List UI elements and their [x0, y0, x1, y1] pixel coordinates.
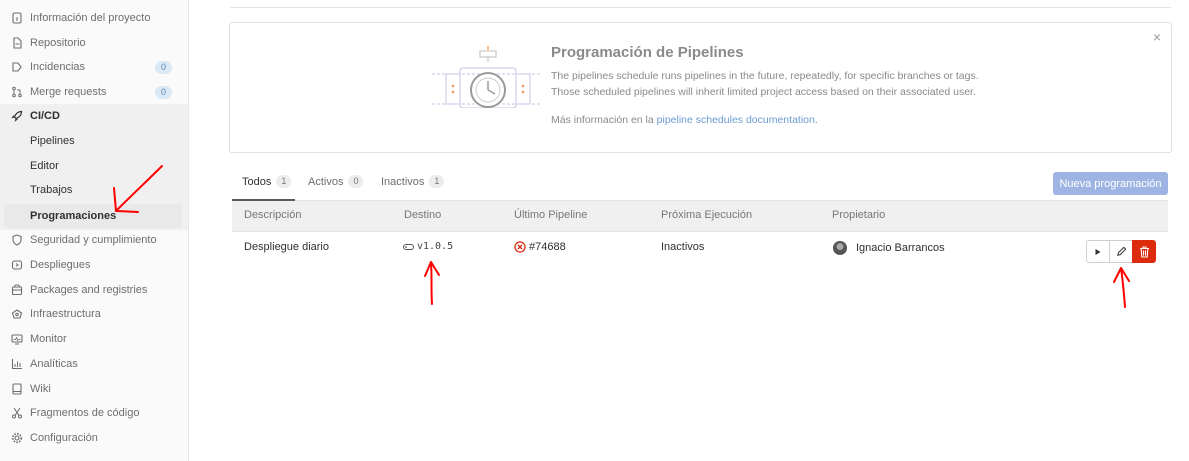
sidebar-item-monitor[interactable]: Monitor — [0, 327, 188, 351]
sidebar-item-deployments[interactable]: Despliegues — [0, 253, 188, 277]
sidebar-item-label: Packages and registries — [30, 284, 148, 296]
merge-request-icon — [10, 85, 24, 99]
play-icon — [1095, 248, 1101, 255]
pipeline-schedule-illustration — [432, 46, 542, 108]
column-header-description: Descripción — [244, 209, 302, 221]
tab-count-badge: 1 — [429, 175, 445, 188]
sidebar-item-label: Fragmentos de código — [30, 407, 140, 419]
sidebar-item-label: Información del proyecto — [30, 12, 151, 24]
sidebar-item-label: Wiki — [30, 383, 51, 395]
pipeline-id-link[interactable]: #74688 — [529, 241, 566, 253]
banner-more-info-suffix: . — [814, 114, 818, 126]
trash-icon — [1139, 245, 1149, 258]
sidebar-item-project-info[interactable]: Información del proyecto — [0, 6, 188, 30]
tab-label: Todos — [242, 175, 272, 188]
target-ref: v1.0.5 — [417, 241, 454, 252]
column-header-last-pipeline: Último Pipeline — [514, 209, 588, 221]
merge-requests-count-badge: 0 — [154, 86, 172, 99]
schedules-documentation-link[interactable]: pipeline schedules documentation — [657, 114, 815, 126]
sidebar-subitem-jobs[interactable]: Trabajos — [0, 178, 188, 202]
sidebar-item-label: Infraestructura — [30, 308, 101, 320]
sidebar-item-merge-requests[interactable]: Merge requests 0 — [0, 80, 188, 104]
info-icon — [10, 11, 24, 25]
sidebar-item-label: CI/CD — [30, 110, 60, 122]
column-header-owner: Propietario — [832, 209, 886, 221]
sidebar-item-label: Repositorio — [30, 37, 86, 49]
sidebar-item-security[interactable]: Seguridad y cumplimiento — [0, 228, 188, 252]
banner-more-info-prefix: Más información en la — [551, 114, 657, 126]
shield-icon — [10, 233, 24, 247]
sidebar-item-label: Seguridad y cumplimiento — [30, 234, 157, 246]
sidebar-item-issues[interactable]: Incidencias 0 — [0, 55, 188, 79]
schedule-last-pipeline[interactable]: #74688 — [514, 241, 566, 253]
owner-name: Ignacio Barrancos — [856, 242, 945, 254]
book-icon — [10, 382, 24, 396]
sidebar-item-label: Despliegues — [30, 259, 91, 271]
sidebar: Información del proyecto Repositorio Inc… — [0, 0, 189, 461]
banner-title: Programación de Pipelines — [551, 44, 744, 61]
banner-more-info: Más información en la pipeline schedules… — [551, 114, 818, 126]
gear-icon — [10, 431, 24, 445]
sidebar-item-repository[interactable]: Repositorio — [0, 31, 188, 55]
tab-label: Activos — [308, 175, 344, 188]
sidebar-item-wiki[interactable]: Wiki — [0, 377, 188, 401]
schedule-owner[interactable]: Ignacio Barrancos — [833, 241, 945, 255]
annotation-arrow-target — [424, 261, 440, 305]
run-schedule-button[interactable] — [1086, 240, 1110, 263]
tag-icon — [403, 243, 414, 250]
sidebar-subitem-schedules[interactable]: Programaciones — [4, 204, 182, 228]
issues-icon — [10, 60, 24, 74]
column-header-next-run: Próxima Ejecución — [661, 209, 753, 221]
sidebar-item-cicd[interactable]: CI/CD — [0, 104, 188, 128]
sidebar-item-label: Analíticas — [30, 358, 78, 370]
edit-schedule-button[interactable] — [1109, 240, 1133, 263]
issues-count-badge: 0 — [154, 61, 172, 74]
banner-description-line-1: The pipelines schedule runs pipelines in… — [551, 70, 979, 82]
owner-avatar — [833, 241, 847, 255]
sidebar-item-label: Configuración — [30, 432, 98, 444]
sidebar-item-settings[interactable]: Configuración — [0, 426, 188, 450]
banner-description-line-2: Those scheduled pipelines will inherit l… — [551, 86, 976, 98]
package-icon — [10, 283, 24, 297]
failed-status-icon — [514, 241, 526, 253]
file-icon — [10, 36, 24, 50]
schedule-target[interactable]: v1.0.5 — [403, 241, 453, 252]
pencil-icon — [1116, 246, 1126, 256]
sidebar-subitem-pipelines[interactable]: Pipelines — [0, 129, 188, 153]
schedule-next-run: Inactivos — [661, 241, 705, 253]
top-divider — [230, 7, 1171, 8]
tab-count-badge: 1 — [276, 175, 292, 188]
column-header-target: Destino — [404, 209, 442, 221]
tab-count-badge: 0 — [348, 175, 364, 188]
delete-schedule-button[interactable] — [1132, 240, 1156, 263]
tab-inactive[interactable]: Inactivos 1 — [381, 175, 445, 188]
cloud-icon — [10, 307, 24, 321]
sidebar-item-packages[interactable]: Packages and registries — [0, 278, 188, 302]
annotation-arrow-edit — [1113, 267, 1130, 308]
tab-active[interactable]: Activos 0 — [308, 175, 364, 188]
deployments-icon — [10, 258, 24, 272]
chart-icon — [10, 357, 24, 371]
sidebar-item-infrastructure[interactable]: Infraestructura — [0, 302, 188, 326]
monitor-icon — [10, 332, 24, 346]
schedule-description: Despliegue diario — [244, 241, 329, 253]
new-schedule-button[interactable]: Nueva programación — [1053, 172, 1168, 195]
sidebar-item-analytics[interactable]: Analíticas — [0, 352, 188, 376]
tab-all[interactable]: Todos 1 — [242, 175, 292, 188]
sidebar-item-snippets[interactable]: Fragmentos de código — [0, 401, 188, 425]
sidebar-item-label: Monitor — [30, 333, 67, 345]
rocket-icon — [10, 109, 24, 123]
close-icon[interactable]: × — [1150, 30, 1164, 44]
scissors-icon — [10, 406, 24, 420]
sidebar-item-label: Incidencias — [30, 61, 86, 73]
sidebar-item-label: Merge requests — [30, 86, 107, 98]
tab-label: Inactivos — [381, 175, 425, 188]
sidebar-subitem-editor[interactable]: Editor — [0, 154, 188, 178]
